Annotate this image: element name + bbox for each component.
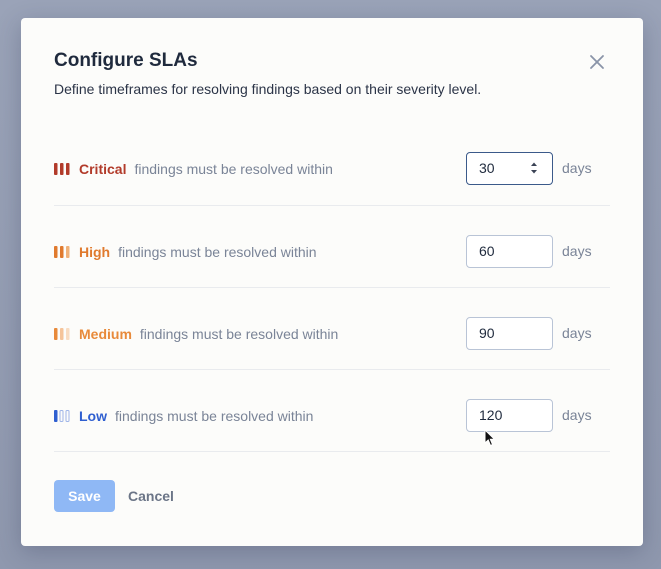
high-days-input[interactable]	[467, 236, 539, 265]
spinner-icon[interactable]	[530, 161, 538, 175]
critical-days-input-wrapper	[466, 152, 553, 185]
sla-description: findings must be resolved within	[139, 325, 339, 342]
sla-row-critical: Critical findings must be resolved withi…	[54, 123, 610, 206]
unit-label: days	[562, 325, 592, 341]
medium-days-input[interactable]	[467, 318, 539, 347]
sla-row-low: Low findings must be resolved within day…	[54, 370, 610, 452]
mouse-pointer-icon	[484, 429, 496, 447]
cancel-button[interactable]: Cancel	[128, 488, 174, 504]
dialog-title: Configure SLAs	[54, 50, 198, 71]
critical-days-input[interactable]	[467, 153, 539, 182]
severity-label-high: High	[79, 243, 111, 260]
high-days-input-wrapper	[466, 235, 553, 268]
unit-label: days	[562, 243, 592, 259]
sla-rows: Critical findings must be resolved withi…	[54, 123, 610, 452]
sla-description: findings must be resolved within	[134, 160, 333, 177]
severity-critical-icon	[54, 162, 70, 175]
sla-description: findings must be resolved within	[115, 407, 314, 424]
dialog-description: Define timeframes for resolving findings…	[54, 81, 482, 97]
dialog-footer: Save Cancel	[54, 480, 174, 512]
unit-label: days	[562, 407, 592, 423]
low-days-input-wrapper	[466, 399, 553, 432]
save-button[interactable]: Save	[54, 480, 115, 512]
sla-description: findings must be resolved within	[118, 243, 317, 260]
severity-label-medium: Medium	[79, 325, 132, 342]
sla-row-medium: Medium findings must be resolved within …	[54, 288, 610, 370]
configure-sla-dialog: Configure SLAs Define timeframes for res…	[21, 18, 643, 546]
severity-label-critical: Critical	[79, 160, 127, 177]
low-days-input[interactable]	[467, 400, 539, 429]
severity-low-icon	[54, 409, 70, 422]
medium-days-input-wrapper	[466, 317, 553, 350]
severity-label-low: Low	[79, 407, 107, 424]
close-icon[interactable]	[587, 52, 607, 72]
sla-row-high: High findings must be resolved within da…	[54, 206, 610, 288]
severity-medium-icon	[54, 327, 70, 340]
severity-high-icon	[54, 245, 70, 258]
unit-label: days	[562, 160, 592, 176]
